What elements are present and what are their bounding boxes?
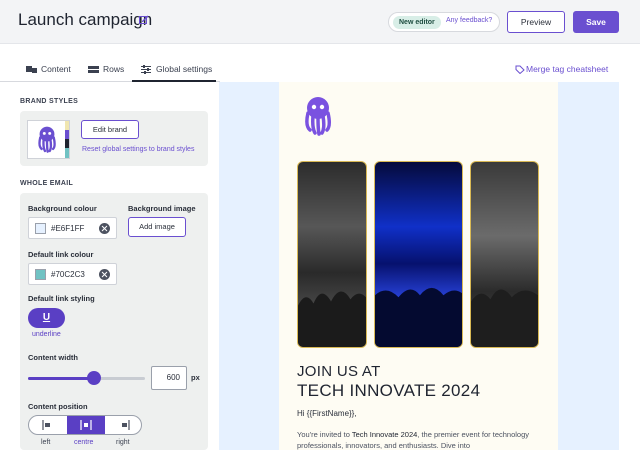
clear-icon[interactable]: [99, 223, 110, 234]
email-body[interactable]: JOIN US AT TECH INNOVATE 2024 Hi {{First…: [279, 82, 558, 450]
content-width-unit: px: [191, 373, 200, 382]
stage-crowd-silhouette: [375, 287, 462, 347]
brand-colour-strip: [65, 121, 69, 158]
tab-content-label: Content: [41, 64, 71, 74]
content-width-slider-thumb[interactable]: [86, 371, 101, 385]
brand-thumbnail: [27, 120, 70, 159]
brand-styles-card: Edit brand Reset global settings to bran…: [20, 111, 208, 166]
octopus-logo-icon: [38, 126, 56, 153]
add-image-button[interactable]: Add image: [128, 217, 186, 237]
position-right-label: right: [116, 439, 130, 446]
save-button[interactable]: Save: [573, 11, 619, 33]
settings-sidebar: BRAND STYLES Edit brand Reset global set…: [20, 82, 208, 450]
position-right-option[interactable]: [105, 416, 141, 434]
position-left-option[interactable]: [29, 416, 67, 434]
campaign-title[interactable]: Launch campaign: [18, 10, 152, 30]
content-width-slider[interactable]: [28, 371, 145, 385]
settings-tabs: Content Rows Global settings: [0, 58, 220, 82]
whole-email-heading: WHOLE EMAIL: [20, 180, 74, 187]
body-event-name: Tech Innovate 2024: [351, 430, 418, 439]
align-left-icon: [42, 420, 50, 430]
rows-icon: [88, 66, 99, 73]
background-colour-label: Background colour: [28, 204, 97, 213]
email-headline-line2[interactable]: TECH INNOVATE 2024: [297, 381, 480, 401]
content-width-input[interactable]: 600: [151, 366, 187, 390]
preview-button[interactable]: Preview: [507, 11, 565, 33]
edit-brand-button[interactable]: Edit brand: [81, 120, 139, 139]
event-photo-stage[interactable]: [374, 161, 463, 348]
position-centre-option[interactable]: [67, 416, 105, 434]
tab-global-settings-label: Global settings: [156, 64, 213, 74]
body-prefix: You're invited to: [297, 430, 352, 439]
email-body-text[interactable]: You're invited to Tech Innovate 2024, th…: [297, 429, 547, 450]
blocks-icon: [26, 66, 37, 73]
brand-styles-heading: BRAND STYLES: [20, 98, 79, 105]
email-preview-canvas[interactable]: JOIN US AT TECH INNOVATE 2024 Hi {{First…: [219, 82, 619, 450]
edit-pencil-icon[interactable]: [139, 15, 149, 25]
event-photo-audience[interactable]: [470, 161, 539, 348]
align-right-icon: [122, 420, 130, 430]
position-centre-label: centre: [74, 439, 94, 446]
new-editor-badge: New editor: [393, 16, 441, 29]
position-left-label: left: [41, 439, 51, 446]
background-colour-value: #E6F1FF: [51, 224, 85, 233]
link-colour-label: Default link colour: [28, 250, 94, 259]
link-styling-label: Default link styling: [28, 294, 95, 303]
background-colour-field[interactable]: #E6F1FF: [28, 217, 117, 239]
audience-silhouette: [471, 289, 538, 347]
feedback-link[interactable]: Any feedback?: [446, 17, 492, 24]
merge-tag-label: Merge tag cheatsheet: [526, 64, 609, 74]
event-photo-crowd[interactable]: [297, 161, 367, 348]
tab-rows-label: Rows: [103, 64, 125, 74]
email-headline-line1[interactable]: JOIN US AT: [297, 363, 381, 380]
link-colour-swatch[interactable]: [35, 269, 46, 280]
align-centre-icon: [80, 420, 92, 430]
crowd-silhouette: [298, 291, 366, 347]
link-colour-field[interactable]: #70C2C3: [28, 263, 117, 285]
octopus-logo-icon[interactable]: [303, 96, 333, 136]
content-position-label: Content position: [28, 402, 88, 411]
tag-icon: [515, 65, 525, 74]
sliders-icon: [141, 65, 151, 74]
content-position-control: [28, 415, 142, 435]
underline-toggle[interactable]: U: [28, 308, 65, 328]
new-editor-pill: New editor Any feedback?: [388, 12, 500, 32]
link-colour-value: #70C2C3: [51, 270, 85, 279]
email-greeting[interactable]: Hi {{FirstName}},: [297, 409, 357, 418]
content-width-slider-fill: [28, 377, 94, 380]
underline-label: underline: [32, 331, 61, 338]
editor-header: Launch campaign New editor Any feedback?…: [0, 0, 640, 44]
clear-icon[interactable]: [99, 269, 110, 280]
content-width-label: Content width: [28, 353, 78, 362]
background-image-label: Background image: [128, 204, 196, 213]
background-colour-swatch[interactable]: [35, 223, 46, 234]
reset-brand-link[interactable]: Reset global settings to brand styles: [82, 146, 194, 153]
